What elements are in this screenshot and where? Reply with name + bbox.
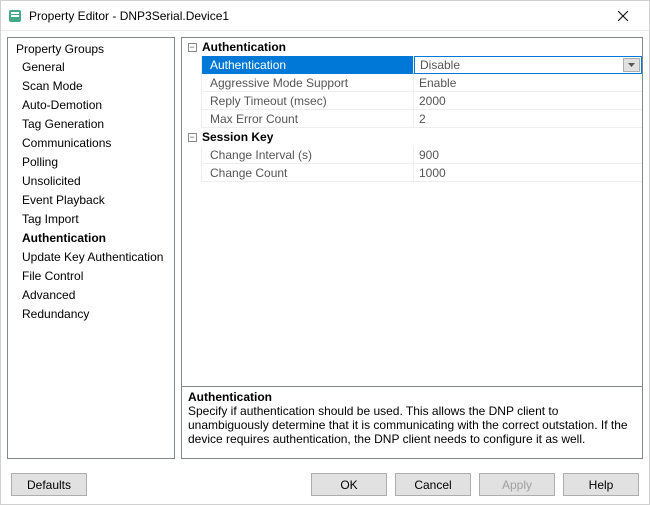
collapse-toggle[interactable]: − (182, 43, 202, 52)
sidebar-item-unsolicited[interactable]: Unsolicited (8, 172, 174, 191)
property-name: Change Count (202, 164, 414, 182)
close-icon (618, 11, 628, 21)
property-row[interactable]: AuthenticationDisable (182, 56, 642, 74)
collapse-toggle[interactable]: − (182, 133, 202, 142)
property-row[interactable]: Max Error Count2 (182, 110, 642, 128)
description-title: Authentication (188, 390, 636, 404)
property-value[interactable]: 900 (414, 146, 642, 164)
property-row[interactable]: Change Interval (s)900 (182, 146, 642, 164)
property-group: −Session Key (182, 128, 642, 146)
sidebar-item-scan-mode[interactable]: Scan Mode (8, 77, 174, 96)
sidebar-item-tag-generation[interactable]: Tag Generation (8, 115, 174, 134)
main-panel: −AuthenticationAuthenticationDisableAggr… (181, 37, 643, 459)
titlebar: Property Editor - DNP3Serial.Device1 (1, 1, 649, 31)
sidebar-header: Property Groups (8, 40, 174, 58)
ok-button[interactable]: OK (311, 473, 387, 496)
property-value[interactable]: 1000 (414, 164, 642, 182)
property-groups-sidebar: Property Groups GeneralScan ModeAuto-Dem… (7, 37, 175, 459)
dropdown-button[interactable] (623, 58, 640, 72)
sidebar-item-advanced[interactable]: Advanced (8, 286, 174, 305)
property-value[interactable]: 2 (414, 110, 642, 128)
sidebar-item-communications[interactable]: Communications (8, 134, 174, 153)
description-panel: Authentication Specify if authentication… (181, 387, 643, 459)
button-bar: Defaults OK Cancel Apply Help (1, 465, 649, 504)
content-area: Property Groups GeneralScan ModeAuto-Dem… (1, 31, 649, 465)
property-row[interactable]: Reply Timeout (msec)2000 (182, 92, 642, 110)
group-label: Authentication (202, 40, 286, 54)
property-value[interactable]: Disable (414, 56, 642, 74)
sidebar-item-general[interactable]: General (8, 58, 174, 77)
cancel-button[interactable]: Cancel (395, 473, 471, 496)
help-button[interactable]: Help (563, 473, 639, 496)
chevron-down-icon (628, 63, 635, 67)
apply-button[interactable]: Apply (479, 473, 555, 496)
close-button[interactable] (603, 2, 643, 30)
property-value[interactable]: 2000 (414, 92, 642, 110)
property-row[interactable]: Aggressive Mode SupportEnable (182, 74, 642, 92)
sidebar-item-tag-import[interactable]: Tag Import (8, 210, 174, 229)
sidebar-item-file-control[interactable]: File Control (8, 267, 174, 286)
app-icon (7, 8, 23, 24)
sidebar-item-update-key-authentication[interactable]: Update Key Authentication (8, 248, 174, 267)
property-name: Max Error Count (202, 110, 414, 128)
sidebar-item-redundancy[interactable]: Redundancy (8, 305, 174, 324)
minus-icon: − (188, 133, 197, 142)
group-label: Session Key (202, 130, 273, 144)
property-name: Change Interval (s) (202, 146, 414, 164)
property-group: −Authentication (182, 38, 642, 56)
sidebar-item-authentication[interactable]: Authentication (8, 229, 174, 248)
property-row[interactable]: Change Count1000 (182, 164, 642, 182)
defaults-button[interactable]: Defaults (11, 473, 87, 496)
property-name: Aggressive Mode Support (202, 74, 414, 92)
window-title: Property Editor - DNP3Serial.Device1 (29, 9, 603, 23)
property-name: Authentication (202, 56, 414, 74)
property-value[interactable]: Enable (414, 74, 642, 92)
property-name: Reply Timeout (msec) (202, 92, 414, 110)
sidebar-item-auto-demotion[interactable]: Auto-Demotion (8, 96, 174, 115)
sidebar-item-polling[interactable]: Polling (8, 153, 174, 172)
description-text: Specify if authentication should be used… (188, 404, 636, 446)
property-editor-window: Property Editor - DNP3Serial.Device1 Pro… (0, 0, 650, 505)
property-grid: −AuthenticationAuthenticationDisableAggr… (181, 37, 643, 387)
minus-icon: − (188, 43, 197, 52)
sidebar-item-event-playback[interactable]: Event Playback (8, 191, 174, 210)
